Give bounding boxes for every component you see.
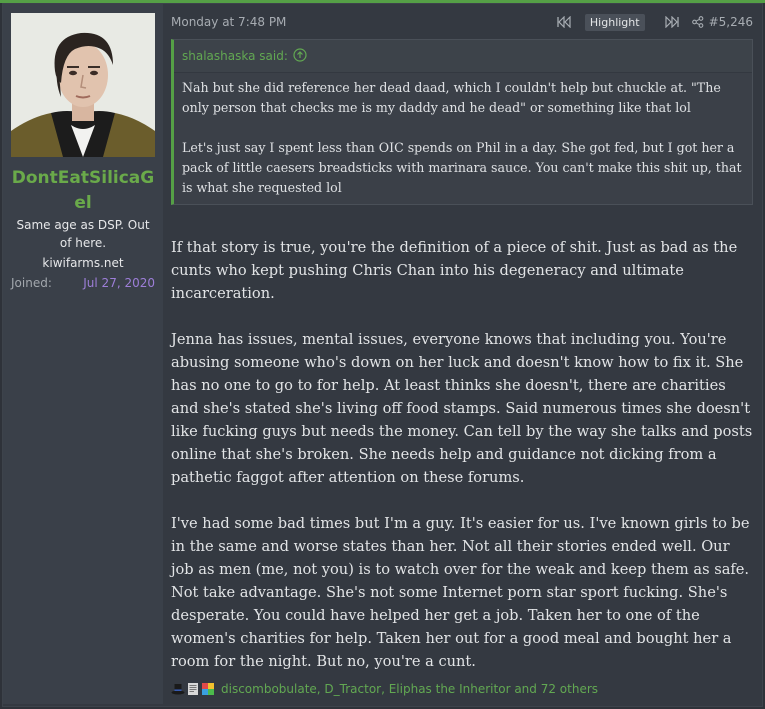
highlight-button[interactable]: Highlight — [584, 13, 645, 31]
quote-body: Nah but she did reference her dead daad,… — [174, 73, 752, 198]
quote-paragraph: Let's just say I spent less than OIC spe… — [182, 140, 742, 195]
user-title: Same age as DSP. Out of here. — [16, 218, 150, 250]
avatar-image — [11, 13, 155, 157]
reactions-text[interactable]: discombobulate, D_Tractor, Eliphas the I… — [221, 682, 598, 696]
post-message: If that story is true, you're the defini… — [171, 236, 756, 696]
reactions-bar[interactable]: discombobulate, D_Tractor, Eliphas the I… — [171, 681, 598, 697]
arrow-up-circle-icon[interactable] — [293, 47, 307, 65]
message-paragraph: Jenna has issues, mental issues, everyon… — [171, 331, 753, 486]
message-paragraph: If that story is true, you're the defini… — [171, 239, 738, 302]
share-icon[interactable] — [689, 13, 707, 31]
quote-paragraph: Nah but she did reference her dead daad,… — [182, 80, 721, 115]
reaction-icons[interactable] — [171, 682, 216, 696]
post-timestamp[interactable]: Monday at 7:48 PM — [171, 15, 286, 29]
previous-highlight-icon[interactable] — [555, 13, 573, 31]
user-url: kiwifarms.net — [42, 256, 124, 270]
avatar[interactable] — [11, 13, 155, 157]
newspaper-icon — [186, 682, 200, 696]
puzzle-icon — [201, 682, 215, 696]
joined-date: Jul 27, 2020 — [83, 276, 155, 290]
message-paragraph: I've had some bad times but I'm a guy. I… — [171, 515, 750, 670]
username[interactable]: DontEatSilicaGel — [9, 166, 157, 216]
user-panel: DontEatSilicaGel Same age as DSP. Out of… — [3, 4, 163, 704]
quote-header[interactable]: shalashaska said: — [174, 40, 752, 73]
joined-label: Joined: — [11, 276, 52, 290]
next-highlight-icon[interactable] — [663, 13, 681, 31]
top-hat-icon — [171, 682, 185, 696]
quote-block: shalashaska said: Nah but she did refere… — [171, 39, 753, 205]
quote-author[interactable]: shalashaska said: — [182, 49, 288, 63]
post-actions: Highlight #5,246 — [555, 12, 753, 32]
post-number[interactable]: #5,246 — [709, 15, 753, 29]
